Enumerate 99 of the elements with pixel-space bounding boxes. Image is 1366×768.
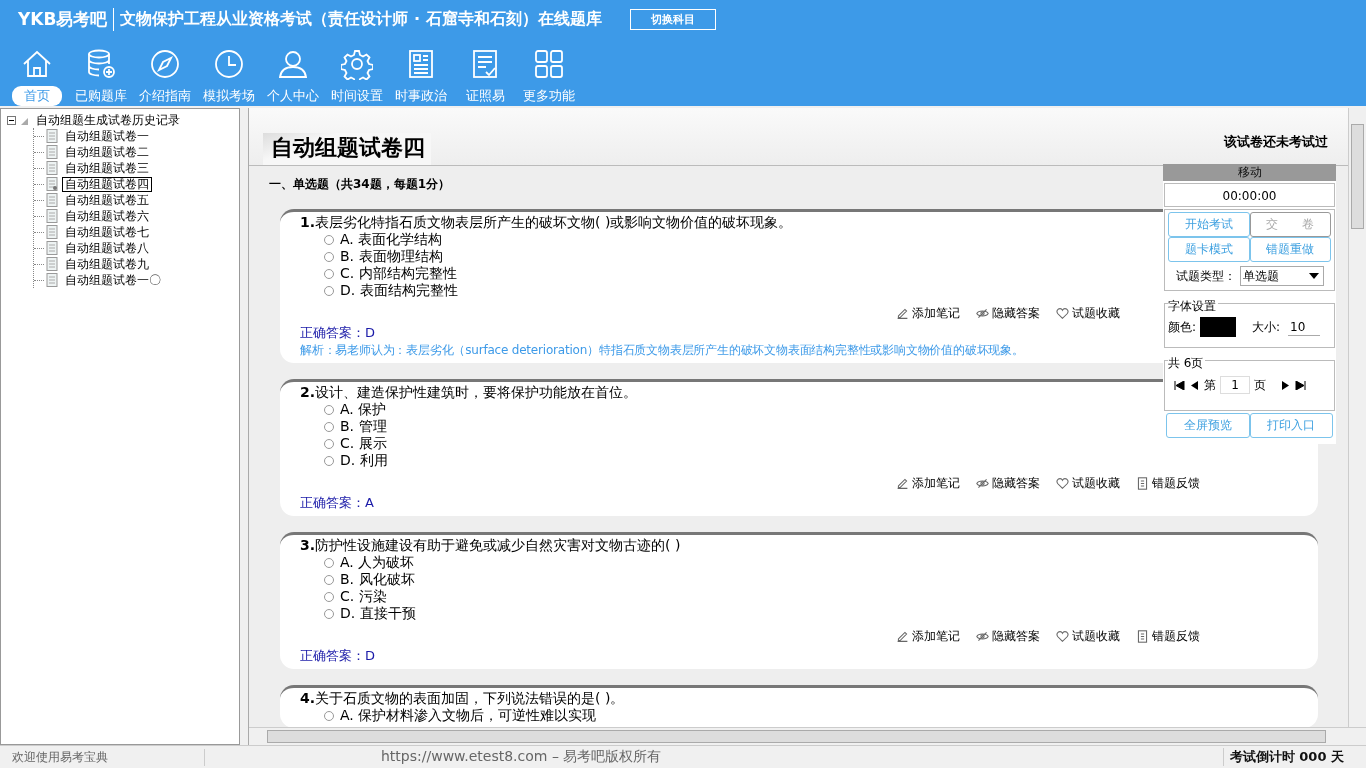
tree-item[interactable]: 自动组题试卷五 — [62, 192, 152, 208]
document-icon — [46, 257, 58, 271]
document-icon — [46, 273, 58, 287]
question-text: 1.表层劣化特指石质文物表层所产生的破坏文物( )或影响文物价值的破坏现象。 — [300, 213, 793, 231]
exam-countdown: 考试倒计时 000 天 — [1222, 748, 1344, 766]
document-icon — [46, 129, 58, 143]
answer-option[interactable]: A. 人为破坏 — [324, 554, 415, 571]
answer-option[interactable]: B. 表面物理结构 — [324, 248, 443, 265]
group-label: 字体设置 — [1168, 298, 1218, 315]
answer-option[interactable]: B. 风化破坏 — [324, 571, 415, 588]
first-page-icon[interactable] — [1174, 380, 1185, 390]
grid-icon — [533, 48, 565, 80]
pencil-icon — [896, 307, 909, 320]
question-type-label: 试题类型： — [1176, 267, 1236, 285]
document-icon — [46, 161, 58, 175]
page-number-field[interactable]: 1 — [1220, 376, 1250, 394]
question-action[interactable]: 隐藏答案 — [976, 628, 1040, 645]
answer-option[interactable]: B. 管理 — [324, 418, 387, 435]
exam-timer: 00:00:00 — [1164, 183, 1335, 207]
answer-option[interactable]: A. 表面化学结构 — [324, 231, 443, 248]
pencil-icon — [896, 630, 909, 643]
page-prefix: 第 — [1204, 376, 1216, 394]
correct-answer: 正确答案：D — [300, 324, 375, 342]
heart-icon — [1056, 630, 1069, 643]
tree-item[interactable]: 自动组题试卷九 — [62, 256, 152, 272]
section-heading: 一、单选题（共34题，每题1分） — [269, 176, 452, 193]
document-icon — [46, 241, 58, 255]
vertical-scrollbar[interactable] — [1348, 108, 1366, 727]
app-logo: YKB易考吧 — [18, 7, 115, 31]
copyright-text: https://www.etest8.com – 易考吧版权所有 — [381, 748, 662, 766]
last-page-icon[interactable] — [1295, 380, 1306, 390]
document-icon — [46, 225, 58, 239]
collapse-icon[interactable] — [7, 115, 16, 125]
tree-item[interactable]: 自动组题试卷一 — [62, 128, 152, 144]
tree-item[interactable]: 自动组题试卷八 — [62, 240, 152, 256]
question-text: 2.设计、建造保护性建筑时，要将保护功能放在首位。 — [300, 383, 638, 401]
database-icon — [85, 48, 117, 80]
color-swatch[interactable] — [1200, 317, 1237, 337]
color-label: 颜色: — [1168, 318, 1197, 336]
question-action[interactable]: 添加笔记 — [896, 305, 960, 322]
document-icon — [1136, 477, 1149, 490]
document-icon — [46, 193, 58, 207]
exam-status-text: 该试卷还未考试过 — [1224, 133, 1328, 151]
tree-item[interactable]: 自动组题试卷三 — [62, 160, 152, 176]
tree-item[interactable]: 自动组题试卷六 — [62, 208, 152, 224]
answer-option[interactable]: C. 内部结构完整性 — [324, 265, 457, 282]
group-label: 共 6页 — [1168, 355, 1206, 372]
paper-title: 自动组题试卷四 — [263, 133, 431, 165]
home-icon — [21, 48, 53, 80]
answer-analysis: 解析：易老师认为：表层劣化（surface deterioration）特指石质文物表层所产生的破坏文物表面结构完整性或影响文物价值的破坏现象。 — [300, 342, 1024, 359]
document-icon — [46, 209, 58, 223]
question-action[interactable]: 隐藏答案 — [976, 305, 1040, 322]
page-suffix: 页 — [1254, 376, 1266, 394]
heart-icon — [1056, 477, 1069, 490]
correct-answer: 正确答案：A — [300, 494, 374, 512]
eye-icon — [976, 630, 989, 643]
question-text: 3.防护性设施建设有助于避免或减少自然灾害对文物古迹的( ) — [300, 536, 681, 554]
move-handle[interactable]: 移动 — [1163, 164, 1336, 181]
document-icon — [1136, 630, 1149, 643]
question-action[interactable]: 添加笔记 — [896, 628, 960, 645]
caret-icon — [1308, 272, 1320, 280]
answer-option[interactable]: C. 污染 — [324, 588, 387, 605]
answer-option[interactable]: D. 直接干预 — [324, 605, 416, 622]
answer-option[interactable]: D. 表面结构完整性 — [324, 282, 458, 299]
document-icon — [46, 177, 58, 191]
question-action[interactable]: 错题反馈 — [1136, 475, 1200, 492]
tree-item[interactable]: 自动组题试卷四 — [62, 176, 152, 192]
compass-icon — [149, 48, 181, 80]
question-action[interactable]: 添加笔记 — [896, 475, 960, 492]
answer-option[interactable]: A. 保护 — [324, 401, 387, 418]
eye-icon — [976, 307, 989, 320]
welcome-text: 欢迎使用易考宝典 — [0, 748, 205, 766]
question-action[interactable]: 错题反馈 — [1136, 628, 1200, 645]
answer-option[interactable]: C. 展示 — [324, 435, 387, 452]
question-action[interactable]: 隐藏答案 — [976, 475, 1040, 492]
settings-icon — [341, 48, 373, 80]
answer-option[interactable]: D. 利用 — [324, 452, 388, 469]
pencil-icon — [896, 477, 909, 490]
tree-item[interactable]: 自动组题试卷一〇 — [62, 272, 164, 288]
heart-icon — [1056, 307, 1069, 320]
question-text: 4.关于石质文物的表面加固，下列说法错误的是( )。 — [300, 689, 625, 707]
correct-answer: 正确答案：D — [300, 647, 375, 665]
question-action[interactable]: 试题收藏 — [1056, 475, 1120, 492]
next-page-icon[interactable] — [1280, 380, 1291, 390]
size-label: 大小: — [1252, 318, 1281, 336]
previous-page-icon[interactable] — [1189, 380, 1200, 390]
user-icon — [277, 48, 309, 80]
tree-item[interactable]: 自动组题试卷七 — [62, 224, 152, 240]
document-icon — [46, 145, 58, 159]
answer-option[interactable]: A. 保护材料渗入文物后，可逆性难以实现 — [324, 707, 597, 724]
question-action[interactable]: 试题收藏 — [1056, 628, 1120, 645]
tree-root-label[interactable]: 自动组题生成试卷历史记录 — [33, 112, 183, 128]
question-action[interactable]: 试题收藏 — [1056, 305, 1120, 322]
question-type-dropdown[interactable]: 单选题 — [1240, 266, 1324, 286]
eye-icon — [976, 477, 989, 490]
app-title: 文物保护工程从业资格考试（责任设计师 · 石窟寺和石刻）在线题库 — [119, 8, 602, 30]
horizontal-scrollbar[interactable] — [249, 727, 1366, 745]
clock-icon — [213, 48, 245, 80]
tree-item[interactable]: 自动组题试卷二 — [62, 144, 152, 160]
